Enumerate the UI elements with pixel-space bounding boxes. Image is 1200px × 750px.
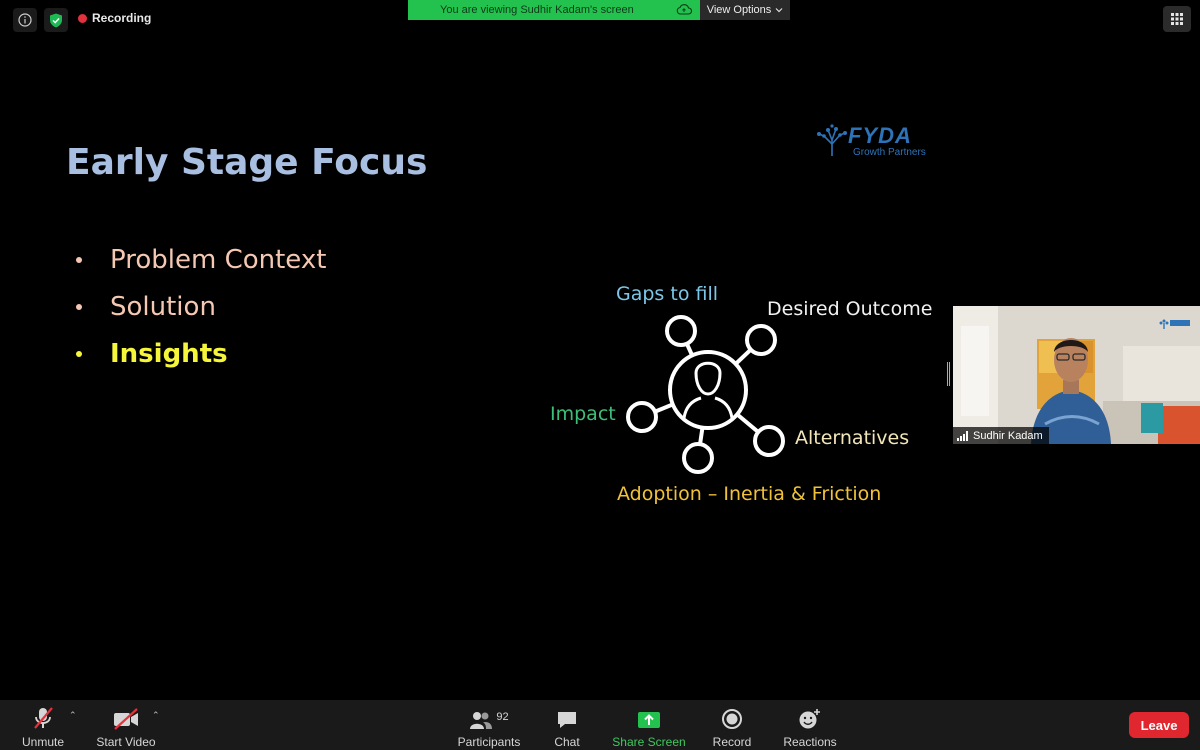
participant-name-tag: Sudhir Kadam	[953, 427, 1049, 444]
diagram-label-adoption: Adoption – Inertia & Friction	[617, 483, 882, 505]
view-options-label: View Options	[706, 4, 772, 16]
start-video-button[interactable]: Start Video	[94, 704, 158, 749]
participant-name: Sudhir Kadam	[973, 429, 1043, 442]
tree-logo-icon	[817, 124, 847, 156]
video-resize-handle[interactable]	[947, 362, 950, 386]
participants-icon	[470, 712, 493, 729]
diagram-label-gaps: Gaps to fill	[616, 283, 719, 305]
cloud-icon[interactable]	[676, 3, 692, 18]
meeting-controls-bar: Unmute ⌃ Start Video ⌃ 92 Participants C…	[0, 700, 1200, 750]
diagram-label-desired-outcome: Desired Outcome	[767, 298, 933, 320]
bullet-text: Insights	[110, 338, 228, 369]
insights-diagram	[626, 315, 785, 474]
unmute-button[interactable]: Unmute	[18, 704, 68, 749]
view-options-button[interactable]: View Options	[700, 0, 790, 20]
start-video-label: Start Video	[96, 735, 156, 749]
share-screen-button[interactable]: Share Screen	[612, 704, 686, 749]
logo-name: FYDA	[848, 123, 912, 148]
chat-bubble-icon	[556, 704, 578, 730]
bullet-item: Problem Context	[76, 236, 326, 283]
share-screen-label: Share Screen	[612, 735, 686, 749]
record-icon	[721, 704, 743, 730]
diagram-label-impact: Impact	[550, 403, 616, 425]
participants-count: 92	[496, 711, 509, 723]
record-label: Record	[712, 735, 752, 749]
microphone-muted-icon	[31, 704, 55, 730]
video-camera-off-icon	[112, 704, 140, 730]
node-gaps	[665, 315, 697, 347]
recording-label: Recording	[92, 11, 152, 25]
participants-label: Participants	[457, 735, 521, 749]
share-banner: You are viewing Sudhir Kadam's screen	[408, 0, 700, 20]
bullet-item: Solution	[76, 283, 326, 330]
signal-bars-icon	[957, 430, 968, 441]
unmute-label: Unmute	[21, 735, 65, 749]
fyda-logo: FYDA Growth Partners	[814, 122, 936, 162]
recording-indicator[interactable]: Recording	[78, 11, 151, 25]
bullet-text: Problem Context	[110, 244, 327, 275]
bullet-text: Solution	[110, 291, 216, 322]
meeting-top-bar: Recording You are viewing Sudhir Kadam's…	[0, 0, 1200, 40]
logo-tagline: Growth Partners	[853, 147, 926, 158]
reactions-label: Reactions	[783, 735, 837, 749]
info-icon[interactable]	[13, 8, 37, 32]
share-screen-icon	[637, 704, 661, 730]
node-adoption	[682, 442, 714, 474]
reactions-button[interactable]: Reactions	[782, 704, 838, 749]
slide-title: Early Stage Focus	[66, 142, 428, 183]
record-button[interactable]: Record	[712, 704, 752, 749]
node-impact	[626, 401, 658, 433]
video-options-chevron-icon[interactable]: ⌃	[152, 710, 160, 721]
node-desired	[745, 324, 777, 356]
smiley-add-icon	[798, 704, 822, 730]
bullet-dot	[76, 350, 82, 357]
gallery-grid-icon[interactable]	[1163, 6, 1191, 32]
leave-button[interactable]: Leave	[1129, 712, 1189, 738]
shield-check-icon[interactable]	[44, 8, 68, 32]
share-banner-text: You are viewing Sudhir Kadam's screen	[440, 4, 634, 16]
chat-label: Chat	[554, 735, 580, 749]
bullet-dot	[76, 256, 82, 263]
bullet-dot	[76, 303, 82, 310]
chevron-down-icon	[775, 8, 783, 13]
fyda-logo-mini	[1159, 319, 1190, 329]
bullet-list: Problem Context Solution Insights	[76, 236, 326, 377]
participant-video-thumbnail[interactable]	[953, 306, 1200, 444]
audio-options-chevron-icon[interactable]: ⌃	[69, 710, 77, 721]
diagram-label-alternatives: Alternatives	[795, 427, 910, 449]
chat-button[interactable]: Chat	[550, 704, 584, 749]
node-alternatives	[753, 425, 785, 457]
recording-dot-icon	[78, 13, 87, 23]
participants-button[interactable]: 92 Participants	[456, 704, 522, 749]
bullet-item-highlighted: Insights	[76, 330, 326, 377]
